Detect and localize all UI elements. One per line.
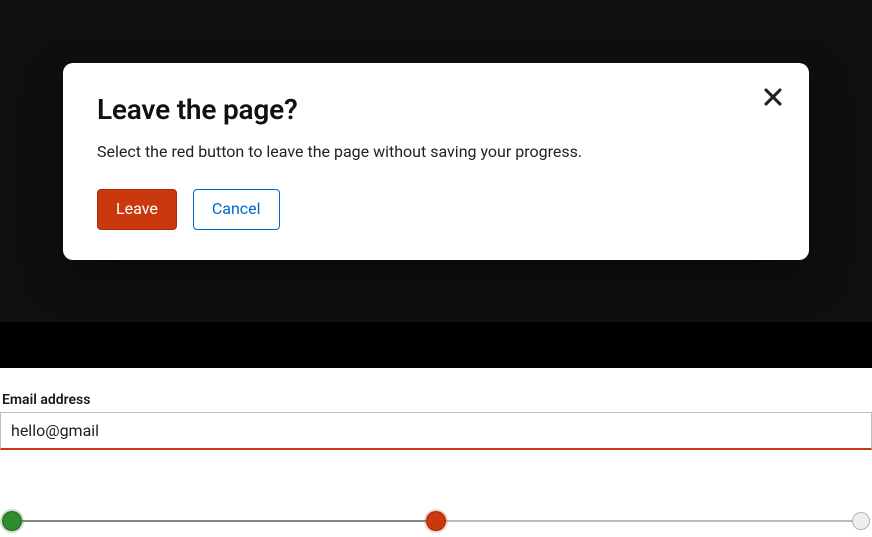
cancel-button[interactable]: Cancel	[193, 189, 280, 229]
modal-backdrop: Leave the page? Select the red button to…	[0, 0, 872, 322]
email-label: Email address	[0, 392, 872, 412]
progress-slider[interactable]	[2, 511, 870, 531]
dialog-title: Leave the page?	[97, 93, 775, 126]
divider-bar	[0, 322, 872, 368]
slider-handle-current[interactable]	[426, 511, 446, 531]
email-field[interactable]	[0, 412, 872, 450]
dialog-body: Select the red button to leave the page …	[97, 140, 775, 163]
leave-page-dialog: Leave the page? Select the red button to…	[63, 63, 809, 260]
leave-button[interactable]: Leave	[97, 189, 177, 229]
slider-handle-start[interactable]	[2, 511, 22, 531]
email-form-section: Email address	[0, 368, 872, 450]
slider-track-remaining	[436, 520, 862, 522]
slider-track-filled	[10, 520, 436, 522]
slider-handle-end[interactable]	[852, 512, 870, 530]
close-icon[interactable]	[759, 83, 787, 111]
dialog-actions: Leave Cancel	[97, 189, 775, 229]
